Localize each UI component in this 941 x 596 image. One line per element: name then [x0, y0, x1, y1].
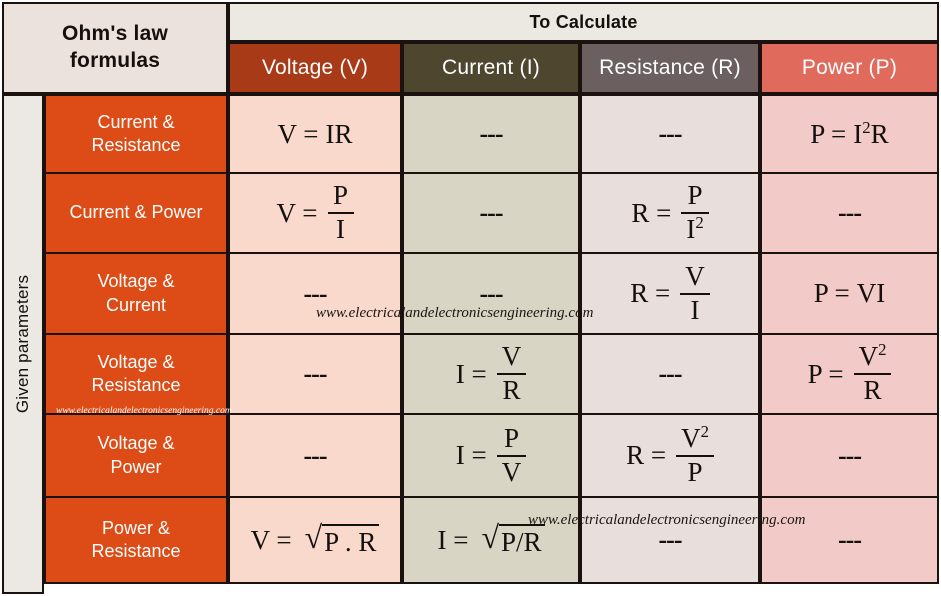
formula-cell-power: P = VI — [760, 252, 939, 335]
row-label-line-1: Voltage & — [97, 271, 175, 292]
empty-marker: --- — [658, 525, 683, 554]
formula-cell-current: --- — [402, 252, 580, 335]
row-label-line-2: Current — [105, 294, 167, 315]
formula-cell-voltage: V = P I — [228, 172, 402, 254]
formula-cell-current: --- — [402, 172, 580, 254]
empty-marker: --- — [479, 198, 504, 227]
empty-marker: --- — [838, 198, 862, 227]
row-label-line-1: Current & Power — [69, 202, 203, 223]
row-label: Voltage & Resistance — [44, 333, 228, 415]
formula-cell-power: --- — [760, 172, 939, 254]
formula-cell-voltage: --- — [228, 333, 402, 415]
empty-marker: --- — [303, 359, 328, 388]
formula-cell-power: P = I2R — [760, 94, 939, 174]
row-label-line-2: Resistance — [91, 135, 181, 155]
row-label: Voltage & Power — [44, 413, 228, 498]
formula-cell-resistance: R = V I — [580, 252, 760, 335]
column-header-voltage: Voltage (V) — [228, 42, 402, 94]
formula-cell-resistance: R = V2 P — [580, 413, 760, 498]
formula-cell-resistance: --- — [580, 333, 760, 415]
empty-marker: --- — [658, 119, 683, 148]
formula-cell-power: --- — [760, 413, 939, 498]
empty-marker: --- — [838, 440, 862, 470]
page-title: Ohm's law formulas — [2, 2, 228, 94]
formula-cell-voltage: V = √ P . R — [228, 496, 402, 584]
formula-cell-voltage: --- — [228, 413, 402, 498]
to-calculate-group-header: To Calculate — [228, 2, 939, 42]
formula-cell-current: --- — [402, 94, 580, 174]
column-header-current: Current (I) — [402, 42, 580, 94]
formula-cell-current: I = √ P/R — [402, 496, 580, 584]
row-label: Current & Resistance — [44, 94, 228, 174]
formula-cell-power: --- — [760, 496, 939, 584]
column-header-resistance: Resistance (R) — [580, 42, 760, 94]
empty-marker: --- — [479, 278, 504, 308]
empty-marker: --- — [303, 278, 328, 308]
column-header-power: Power (P) — [760, 42, 939, 94]
empty-marker: --- — [479, 119, 504, 148]
formula-cell-current: I = V R — [402, 333, 580, 415]
formula-cell-voltage: V = IR — [228, 94, 402, 174]
given-parameters-header: Given parameters — [2, 94, 44, 594]
formula-cell-power: P = V2 R — [760, 333, 939, 415]
row-label-line-2: Resistance — [91, 375, 181, 395]
formula-cell-current: I = P V — [402, 413, 580, 498]
row-label-line-1: Voltage & — [97, 351, 175, 372]
title-line-2: formulas — [69, 49, 161, 72]
given-parameters-label: Given parameters — [13, 274, 32, 414]
row-label-line-1: Voltage & — [97, 433, 175, 454]
row-label: Current & Power — [44, 172, 228, 254]
ohms-law-table: Ohm's law formulas To Calculate Voltage … — [0, 0, 941, 596]
empty-marker: --- — [303, 440, 328, 470]
row-label-line-2: Power — [110, 456, 162, 477]
row-label: Power & Resistance — [44, 496, 228, 584]
formula-cell-resistance: --- — [580, 94, 760, 174]
formula-cell-resistance: R = P I2 — [580, 172, 760, 254]
empty-marker: --- — [838, 525, 862, 554]
empty-marker: --- — [658, 359, 683, 388]
row-label-line-1: Power & — [101, 517, 171, 538]
title-line-1: Ohm's law — [62, 22, 168, 46]
row-label-line-1: Current & — [97, 111, 175, 132]
formula-cell-voltage: --- — [228, 252, 402, 335]
formula-cell-resistance: --- — [580, 496, 760, 584]
row-label-line-2: Resistance — [91, 541, 181, 561]
row-label: Voltage & Current — [44, 252, 228, 335]
